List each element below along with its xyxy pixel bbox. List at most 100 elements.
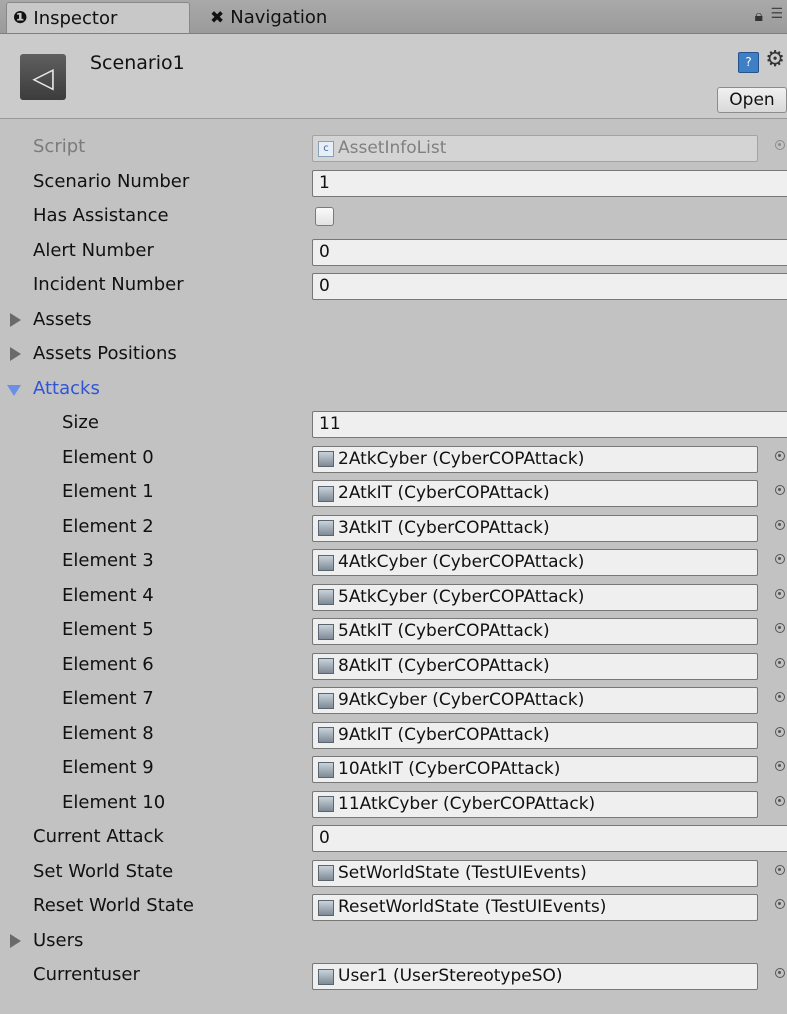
- assets-positions-label[interactable]: Assets Positions: [33, 343, 177, 364]
- object-icon: [318, 796, 334, 812]
- users-label[interactable]: Users: [33, 930, 83, 951]
- attack-element-row: Element 8 9AtkIT (CyberCOPAttack): [0, 718, 787, 753]
- scenario-number-label: Scenario Number: [33, 170, 190, 192]
- currentuser-label: Currentuser: [33, 964, 140, 985]
- object-picker-icon[interactable]: [775, 623, 785, 633]
- attack-element-label: Element 3: [62, 550, 154, 571]
- attack-element-label: Element 2: [62, 515, 154, 537]
- property-row-script: Script c AssetInfoList: [0, 131, 787, 166]
- attacks-element-list: Element 0 2AtkCyber (CyberCOPAttack) Eleme…: [0, 442, 787, 822]
- reset-world-state-label: Reset World State: [33, 895, 194, 916]
- property-row-current-attack: Current Attack 0: [0, 821, 787, 856]
- attack-element-field[interactable]: 3AtkIT (CyberCOPAttack): [312, 514, 758, 542]
- attack-element-value: 9AtkCyber (CyberCOPAttack): [338, 690, 585, 710]
- attack-element-value: 8AtkIT (CyberCOPAttack): [338, 655, 550, 676]
- object-picker-icon[interactable]: [775, 485, 785, 495]
- object-icon: [318, 899, 334, 916]
- object-picker-icon[interactable]: [775, 519, 785, 530]
- object-picker-icon[interactable]: [775, 692, 785, 702]
- attack-element-value: 2AtkCyber (CyberCOPAttack): [338, 448, 585, 469]
- attack-element-row: Element 2 3AtkIT (CyberCOPAttack): [0, 511, 787, 546]
- set-world-state-value: SetWorldState (TestUIEvents): [338, 862, 587, 883]
- current-attack-field[interactable]: 0: [312, 825, 787, 852]
- reset-world-state-value: ResetWorldState (TestUIEvents): [338, 897, 607, 917]
- property-row-currentuser: Currentuser User1 (UserStereotypeSO): [0, 959, 787, 994]
- attack-element-field[interactable]: 5AtkCyber (CyberCOPAttack): [312, 583, 758, 611]
- set-world-state-field[interactable]: SetWorldState (TestUIEvents): [312, 859, 758, 887]
- foldout-arrow-icon[interactable]: [10, 933, 21, 948]
- tab-inspector[interactable]: ❶ Inspector: [6, 2, 190, 33]
- attack-element-field[interactable]: 8AtkIT (CyberCOPAttack): [312, 652, 758, 680]
- attack-element-value: 10AtkIT (CyberCOPAttack): [338, 759, 561, 779]
- object-picker-icon[interactable]: [775, 795, 785, 806]
- attack-element-label: Element 1: [62, 481, 154, 502]
- attack-element-row: Element 3 4AtkCyber (CyberCOPAttack): [0, 545, 787, 580]
- has-assistance-checkbox[interactable]: [315, 207, 334, 226]
- object-picker-icon[interactable]: [775, 864, 785, 875]
- property-row-attacks-size: Size 11: [0, 407, 787, 442]
- set-world-state-label: Set World State: [33, 860, 174, 882]
- property-row-has-assistance: Has Assistance: [0, 200, 787, 235]
- attack-element-row: Element 9 10AtkIT (CyberCOPAttack): [0, 752, 787, 787]
- object-picker-icon[interactable]: [775, 657, 785, 668]
- attack-element-label: Element 4: [62, 584, 154, 606]
- foldout-arrow-icon[interactable]: [10, 312, 21, 327]
- alert-number-field[interactable]: 0: [312, 238, 787, 266]
- scriptable-object-icon: ◁: [20, 54, 66, 100]
- attacks-size-label: Size: [62, 412, 99, 433]
- object-icon: [318, 554, 334, 571]
- script-label: Script: [33, 136, 86, 157]
- attack-element-field[interactable]: 9AtkCyber (CyberCOPAttack): [312, 687, 758, 714]
- tab-navigation-label: Navigation: [230, 7, 328, 28]
- object-picker-icon[interactable]: [775, 899, 785, 909]
- object-icon: [318, 658, 334, 674]
- foldout-arrow-expanded-icon[interactable]: [7, 384, 21, 396]
- attack-element-row: Element 10 11AtkCyber (CyberCOPAttack): [0, 787, 787, 822]
- property-row-incident-number: Incident Number 0: [0, 269, 787, 304]
- tab-bar: ❶ Inspector ✖ Navigation 🔒︎ ☰: [0, 0, 787, 34]
- attack-element-value: 2AtkIT (CyberCOPAttack): [338, 483, 550, 503]
- lock-icon[interactable]: 🔒︎: [754, 6, 763, 26]
- attack-element-value: 5AtkCyber (CyberCOPAttack): [338, 586, 585, 607]
- property-row-alert-number: Alert Number 0: [0, 235, 787, 270]
- script-file-icon: c: [318, 140, 334, 157]
- object-picker-icon[interactable]: [775, 588, 785, 599]
- attacks-label[interactable]: Attacks: [33, 378, 100, 399]
- object-picker-icon[interactable]: [775, 726, 785, 737]
- foldout-arrow-icon[interactable]: [10, 347, 21, 361]
- incident-number-field[interactable]: 0: [312, 273, 787, 300]
- reset-world-state-field[interactable]: ResetWorldState (TestUIEvents): [312, 894, 758, 921]
- tab-navigation[interactable]: ✖ Navigation: [204, 2, 424, 33]
- foldout-users[interactable]: Users: [0, 925, 787, 960]
- foldout-assets-positions[interactable]: Assets Positions: [0, 338, 787, 373]
- object-icon: [318, 451, 334, 467]
- attack-element-field[interactable]: 4AtkCyber (CyberCOPAttack): [312, 549, 758, 576]
- scenario-number-field[interactable]: 1: [312, 169, 787, 197]
- attacks-size-field[interactable]: 11: [312, 411, 787, 438]
- object-icon: [318, 727, 334, 743]
- property-list: Script c AssetInfoList Scenario Number 1…: [0, 131, 787, 994]
- attack-element-field[interactable]: 2AtkCyber (CyberCOPAttack): [312, 445, 758, 473]
- attack-element-field[interactable]: 10AtkIT (CyberCOPAttack): [312, 756, 758, 783]
- property-row-scenario-number: Scenario Number 1: [0, 166, 787, 201]
- help-icon[interactable]: ?: [738, 52, 759, 73]
- menu-icon[interactable]: ☰: [770, 6, 783, 22]
- object-picker-icon[interactable]: [775, 761, 785, 771]
- current-attack-label: Current Attack: [33, 826, 164, 847]
- attack-element-label: Element 0: [62, 446, 154, 468]
- attack-element-field[interactable]: 9AtkIT (CyberCOPAttack): [312, 721, 758, 749]
- object-picker-icon[interactable]: [775, 554, 785, 564]
- attack-element-label: Element 9: [62, 757, 154, 778]
- assets-label[interactable]: Assets: [33, 309, 92, 330]
- currentuser-field[interactable]: User1 (UserStereotypeSO): [312, 963, 758, 990]
- attack-element-field[interactable]: 11AtkCyber (CyberCOPAttack): [312, 790, 758, 818]
- attack-element-field[interactable]: 2AtkIT (CyberCOPAttack): [312, 480, 758, 507]
- object-picker-icon[interactable]: [775, 450, 785, 461]
- attack-element-field[interactable]: 5AtkIT (CyberCOPAttack): [312, 618, 758, 645]
- gear-icon[interactable]: ⚙: [765, 47, 785, 72]
- object-picker-icon[interactable]: [775, 968, 785, 978]
- object-icon: [318, 589, 334, 605]
- foldout-attacks[interactable]: Attacks: [0, 373, 787, 408]
- open-button[interactable]: Open: [717, 87, 787, 113]
- foldout-assets[interactable]: Assets: [0, 304, 787, 339]
